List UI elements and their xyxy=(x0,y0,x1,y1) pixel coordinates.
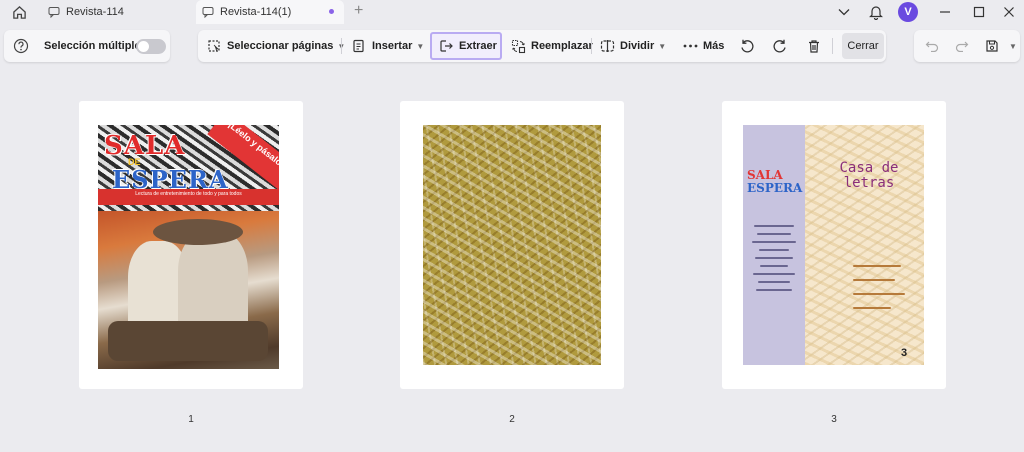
user-avatar[interactable]: V xyxy=(898,2,918,22)
redo-button[interactable] xyxy=(954,30,975,62)
bell-icon[interactable] xyxy=(861,0,891,24)
maximize-icon[interactable] xyxy=(964,0,994,24)
save-icon xyxy=(984,38,1000,54)
comment-icon xyxy=(202,6,215,19)
rotate-left-button[interactable] xyxy=(739,30,760,62)
replace-label: Reemplazar xyxy=(531,40,593,52)
extract-icon xyxy=(438,38,454,54)
chevron-down-icon: ▼ xyxy=(658,41,667,51)
divider xyxy=(341,38,342,54)
cover-painting xyxy=(98,211,279,369)
new-tab-plus-icon[interactable]: + xyxy=(354,2,363,20)
divider xyxy=(591,38,592,54)
page-thumbnail-2[interactable] xyxy=(400,101,624,389)
page-3-credits xyxy=(749,225,799,297)
split-label: Dividir xyxy=(620,40,655,52)
tab-bar: Revista-114 Revista-114(1) + V xyxy=(0,0,1024,24)
delete-button[interactable] xyxy=(806,30,827,62)
page-3-logo: SALA ESPERA xyxy=(747,168,803,195)
page-3-title: Casa de letras xyxy=(839,160,899,191)
tab-label: Revista-114 xyxy=(66,6,124,18)
extract-label: Extraer xyxy=(459,40,497,52)
page-3-contents-list xyxy=(853,265,923,321)
redo-icon xyxy=(954,38,970,54)
page-1-cover-image: SALA DE ESPERA ¡Léelo y pásalo! Lectura … xyxy=(98,125,279,369)
help-icon[interactable] xyxy=(13,30,29,62)
rotate-left-icon xyxy=(739,38,755,54)
multi-select-label: Selección múltiple xyxy=(44,40,141,52)
page-number-1: 1 xyxy=(188,414,194,425)
comment-icon xyxy=(48,6,61,19)
multi-select-panel: Selección múltiple xyxy=(4,30,170,62)
split-button[interactable]: Dividir ▼ xyxy=(599,30,666,62)
page-toolbar: Seleccionar páginas ▼ Insertar ▼ Extraer… xyxy=(198,30,886,62)
divider xyxy=(832,38,833,54)
undo-icon xyxy=(924,38,940,54)
multi-select-toggle[interactable] xyxy=(136,39,166,54)
replace-icon xyxy=(510,38,526,54)
tab-revista-114-1[interactable]: Revista-114(1) xyxy=(196,0,344,24)
rotate-right-button[interactable] xyxy=(772,30,793,62)
chevron-down-icon: ▼ xyxy=(1009,41,1017,51)
more-button[interactable]: Más xyxy=(682,30,724,62)
insert-label: Insertar xyxy=(372,40,413,52)
more-dots-icon xyxy=(682,38,698,54)
insert-button[interactable]: Insertar ▼ xyxy=(351,30,424,62)
close-button[interactable]: Cerrar xyxy=(842,33,884,59)
page-3-folio: 3 xyxy=(901,347,908,359)
select-pages-label: Seleccionar páginas xyxy=(227,40,334,52)
select-pages-button[interactable]: Seleccionar páginas ▼ xyxy=(206,30,345,62)
history-panel: ▼ xyxy=(914,30,1020,62)
trash-icon xyxy=(806,38,822,54)
unsaved-dot-icon xyxy=(329,9,334,14)
replace-button[interactable]: Reemplazar xyxy=(510,30,593,62)
save-button[interactable]: ▼ xyxy=(984,30,1017,62)
page-thumbnail-1[interactable]: SALA DE ESPERA ¡Léelo y pásalo! Lectura … xyxy=(79,101,303,389)
close-window-icon[interactable] xyxy=(994,0,1024,24)
cover-band: Lectura de entretenimiento de todo y par… xyxy=(98,189,279,205)
extract-button[interactable]: Extraer xyxy=(438,30,497,62)
page-number-3: 3 xyxy=(831,414,837,425)
page-2-letter-pattern xyxy=(423,125,601,365)
home-icon[interactable] xyxy=(10,3,28,21)
undo-button[interactable] xyxy=(924,30,945,62)
select-pages-icon xyxy=(206,38,222,54)
page-thumbnail-3[interactable]: SALA ESPERA Casa de letras 3 xyxy=(722,101,946,389)
split-icon xyxy=(599,38,615,54)
tab-label: Revista-114(1) xyxy=(220,6,292,18)
minimize-icon[interactable] xyxy=(930,0,960,24)
page-3-content: SALA ESPERA Casa de letras 3 xyxy=(743,125,924,365)
tab-revista-114[interactable]: Revista-114 xyxy=(42,0,192,24)
insert-page-icon xyxy=(351,38,367,54)
chevron-down-icon[interactable] xyxy=(829,0,859,24)
cover-title-sala: SALA xyxy=(104,131,186,161)
chevron-down-icon: ▼ xyxy=(416,41,425,51)
rotate-right-icon xyxy=(772,38,788,54)
more-label: Más xyxy=(703,40,725,52)
page-number-2: 2 xyxy=(509,414,515,425)
